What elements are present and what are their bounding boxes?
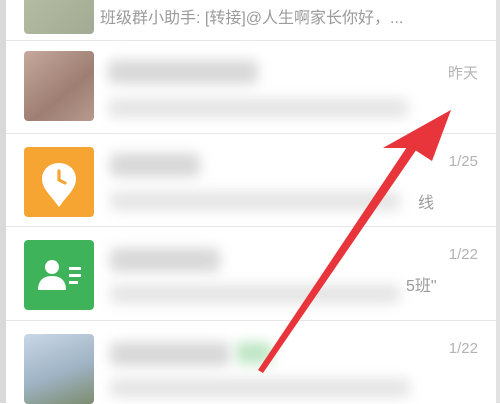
chat-time: 1/25	[448, 153, 478, 170]
chat-row-3[interactable]: 5班" 1/22	[6, 226, 496, 321]
avatar	[24, 51, 94, 121]
chat-snippet-blurred	[110, 284, 400, 304]
chat-name-blurred	[110, 342, 230, 366]
chat-snippet-blurred	[108, 98, 408, 118]
avatar	[24, 0, 94, 34]
chat-snippet-blurred	[110, 191, 400, 211]
avatar-alarm	[24, 147, 94, 217]
chat-snippet: 班级群小助手: [转接]@人生啊家长你好，...	[100, 10, 404, 27]
chat-time: 1/22	[448, 340, 478, 357]
chat-snippet-partial: 线	[418, 195, 435, 212]
chat-name-blurred	[110, 153, 200, 177]
chat-snippet-blurred	[110, 378, 410, 398]
chat-name-blurred	[108, 60, 258, 84]
chat-name-blurred	[110, 248, 220, 272]
chat-snippet-partial: 5班"	[406, 278, 437, 295]
avatar-contact	[24, 240, 94, 310]
avatar	[24, 334, 94, 404]
chat-time: 1/22	[448, 246, 478, 263]
chat-row-2[interactable]: 线 1/25	[6, 133, 496, 227]
clock-icon	[42, 163, 76, 207]
chat-row-0[interactable]: 班级群小助手: [转接]@人生啊家长你好，...	[6, 0, 496, 41]
chat-tag-blurred	[236, 342, 272, 364]
right-edge	[496, 0, 500, 403]
chat-row-4[interactable]: 1/22	[6, 320, 496, 404]
chat-time: 昨天	[447, 65, 478, 82]
chat-row-1[interactable]: 昨天	[6, 40, 496, 134]
contact-card-icon	[38, 260, 81, 290]
